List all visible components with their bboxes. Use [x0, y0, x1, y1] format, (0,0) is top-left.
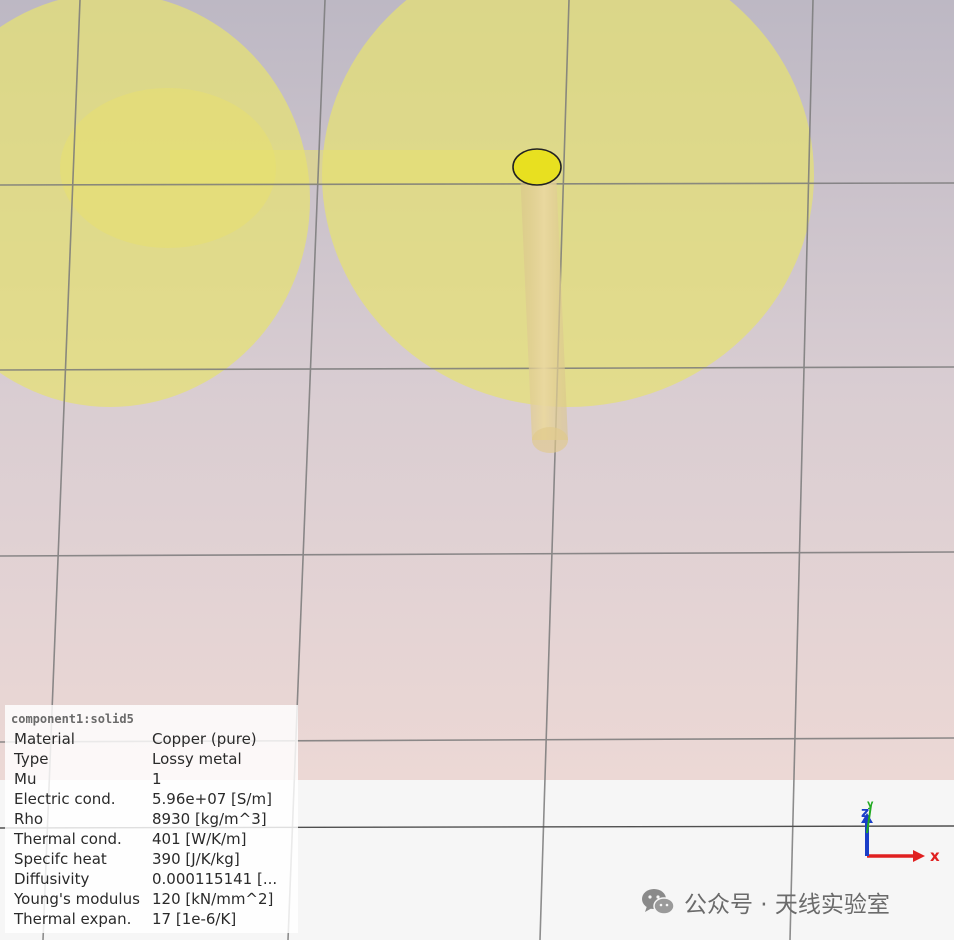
feed-pin-top: [512, 148, 562, 186]
property-key: Specifc heat: [14, 850, 107, 868]
property-key: Mu: [14, 770, 37, 788]
property-row: Type Lossy metal: [5, 749, 298, 769]
property-key: Type: [14, 750, 49, 768]
property-key: Electric cond.: [14, 790, 116, 808]
pad-shapes: [0, 0, 814, 407]
property-value: 401 [W/K/m]: [152, 830, 247, 848]
axis-triad: x y z: [861, 799, 940, 865]
property-value: Lossy metal: [152, 750, 242, 768]
property-row: Specifc heat 390 [J/K/kg]: [5, 849, 298, 869]
property-key: Young's modulus: [14, 890, 140, 908]
wechat-icon: [642, 889, 675, 915]
property-value: 390 [J/K/kg]: [152, 850, 240, 868]
watermark-text: 公众号 · 天线实验室: [684, 892, 890, 918]
property-row: Mu 1: [5, 769, 298, 789]
property-value: 120 [kN/mm^2]: [152, 890, 274, 908]
property-row: Diffusivity 0.000115141 [...: [5, 869, 298, 889]
watermark: 公众号 · 天线实验室: [640, 885, 890, 919]
properties-panel: component1:solid5 Material Copper (pure) …: [5, 705, 298, 933]
property-value: 8930 [kg/m^3]: [152, 810, 267, 828]
properties-title: component1:solid5: [11, 712, 134, 726]
3d-viewport[interactable]: component1:solid5 Material Copper (pure) …: [0, 0, 954, 940]
property-key: Diffusivity: [14, 870, 90, 888]
property-value: Copper (pure): [152, 730, 257, 748]
property-row: Young's modulus 120 [kN/mm^2]: [5, 889, 298, 909]
property-row: Electric cond. 5.96e+07 [S/m]: [5, 789, 298, 809]
property-key: Thermal cond.: [14, 830, 122, 848]
feed-line-trace: [170, 150, 538, 185]
property-row: Thermal cond. 401 [W/K/m]: [5, 829, 298, 849]
property-value: 17 [1e-6/K]: [152, 910, 237, 928]
x-axis-label: x: [930, 847, 940, 865]
x-axis-arrow: [913, 850, 925, 862]
property-key: Thermal expan.: [14, 910, 132, 928]
z-axis-label: z: [861, 805, 869, 821]
property-key: Material: [14, 730, 75, 748]
property-row: Material Copper (pure): [5, 729, 298, 749]
property-value: 0.000115141 [...: [152, 870, 278, 888]
property-value: 1: [152, 770, 162, 788]
property-value: 5.96e+07 [S/m]: [152, 790, 272, 808]
property-row: Rho 8930 [kg/m^3]: [5, 809, 298, 829]
property-row: Thermal expan. 17 [1e-6/K]: [5, 909, 298, 929]
property-key: Rho: [14, 810, 44, 828]
